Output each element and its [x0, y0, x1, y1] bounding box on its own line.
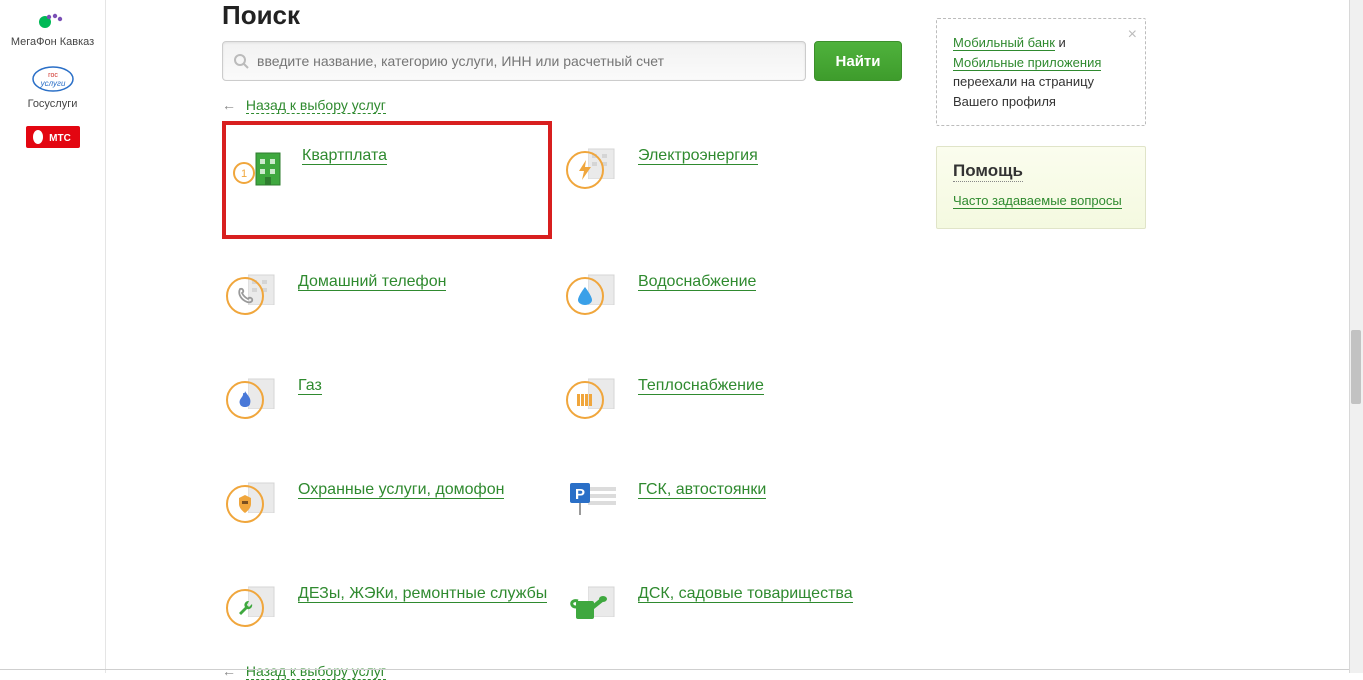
radiator-icon: [566, 381, 604, 419]
provider-mts[interactable]: МТС: [0, 120, 105, 162]
category-security[interactable]: Охранные услуги, домофон: [222, 475, 552, 531]
category-link[interactable]: Охранные услуги, домофон: [298, 481, 504, 499]
svg-text:1: 1: [241, 168, 247, 180]
search-button[interactable]: Найти: [814, 41, 902, 81]
category-link[interactable]: Электроэнергия: [638, 147, 758, 165]
back-link[interactable]: Назад к выбору услуг: [246, 97, 386, 114]
svg-text:P: P: [575, 486, 585, 503]
category-water[interactable]: Водоснабжение: [562, 267, 892, 323]
category-kvartplata[interactable]: 1 Квартплата: [222, 121, 552, 239]
bottom-divider: [0, 669, 1349, 670]
svg-text:услуги: услуги: [39, 79, 65, 88]
arrow-left-icon: ←: [222, 97, 236, 113]
category-link[interactable]: Квартплата: [302, 147, 387, 165]
scrollbar-track[interactable]: [1349, 0, 1363, 673]
watering-can-icon: [566, 589, 608, 623]
provider-megafon[interactable]: МегаФон Кавказ: [0, 2, 105, 58]
shield-helmet-icon: [226, 485, 264, 523]
notice-box: × Мобильный банк и Мобильные приложения …: [936, 18, 1146, 126]
water-drop-icon: [566, 277, 604, 315]
category-home-phone[interactable]: Домашний телефон: [222, 267, 552, 323]
category-link[interactable]: ДСК, садовые товарищества: [638, 585, 853, 603]
category-link[interactable]: Теплоснабжение: [638, 377, 764, 395]
faq-link[interactable]: Часто задаваемые вопросы: [953, 193, 1122, 209]
provider-label: Госуслуги: [4, 98, 101, 110]
category-link[interactable]: Домашний телефон: [298, 273, 446, 291]
category-link[interactable]: ГСК, автостоянки: [638, 481, 766, 499]
building-green-icon: 1: [230, 145, 286, 193]
page-title: Поиск: [222, 0, 902, 31]
category-heating[interactable]: Теплоснабжение: [562, 371, 892, 427]
category-dsk-garden[interactable]: ДСК, садовые товарищества: [562, 579, 892, 635]
back-link[interactable]: Назад к выбору услуг: [246, 663, 386, 680]
close-icon[interactable]: ×: [1128, 27, 1137, 43]
phone-icon: [226, 277, 264, 315]
arrow-left-icon: ←: [222, 663, 236, 679]
category-parking[interactable]: P ГСК, автостоянки: [562, 475, 892, 531]
provider-gosuslugi[interactable]: гос услуги Госуслуги: [0, 58, 105, 120]
svg-text:гос: гос: [48, 72, 58, 79]
category-link[interactable]: ДЕЗы, ЖЭКи, ремонтные службы: [298, 585, 547, 603]
category-link[interactable]: Газ: [298, 377, 322, 395]
search-icon: [233, 53, 249, 69]
category-electricity[interactable]: Электроэнергия: [562, 141, 892, 219]
search-input[interactable]: [257, 53, 795, 69]
help-box: Помощь Часто задаваемые вопросы: [936, 146, 1146, 229]
svg-text:МТС: МТС: [49, 133, 71, 144]
back-link-bottom: ← Назад к выбору услуг: [222, 663, 902, 679]
gosuslugi-logo-icon: гос услуги: [4, 64, 101, 94]
parking-sign-icon: P: [568, 481, 594, 515]
scrollbar-thumb[interactable]: [1351, 330, 1361, 404]
back-link-top: ← Назад к выбору услуг: [222, 97, 902, 113]
mts-logo-icon: МТС: [4, 126, 101, 148]
category-dez-zhek[interactable]: ДЕЗы, ЖЭКи, ремонтные службы: [222, 579, 552, 635]
wrench-icon: [226, 589, 264, 627]
search-box[interactable]: [222, 41, 806, 81]
category-link[interactable]: Водоснабжение: [638, 273, 756, 291]
provider-label: МегаФон Кавказ: [4, 36, 101, 48]
mobile-apps-link[interactable]: Мобильные приложения: [953, 55, 1101, 71]
bolt-icon: [566, 151, 604, 189]
help-title: Помощь: [953, 161, 1023, 182]
flame-icon: [226, 381, 264, 419]
megafon-logo-icon: [4, 8, 101, 32]
provider-sidebar: МегаФон Кавказ гос услуги Госуслуги МТС: [0, 0, 106, 673]
mobile-bank-link[interactable]: Мобильный банк: [953, 35, 1055, 51]
category-gas[interactable]: Газ: [222, 371, 552, 427]
category-grid: 1 Квартплата: [222, 141, 902, 635]
